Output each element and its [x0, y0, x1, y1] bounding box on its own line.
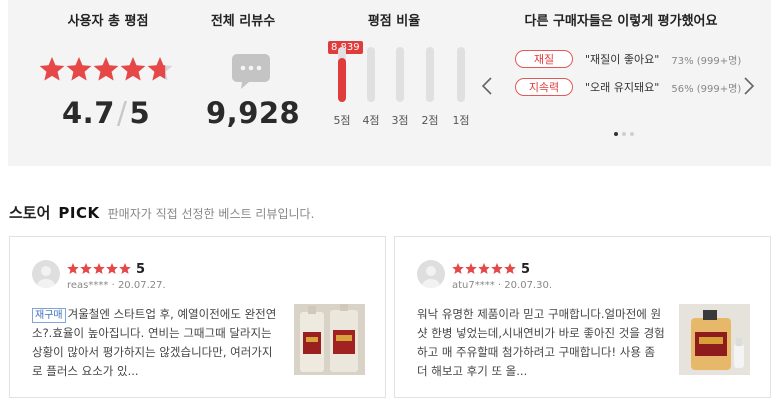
review-user: atu7****: [452, 280, 495, 291]
chevron-right-icon[interactable]: [743, 76, 755, 96]
carousel-dot[interactable]: [630, 132, 634, 136]
average-rating-stars: [39, 57, 173, 81]
rating-summary-panel: 사용자 총 평점 전체 리뷰수 평점 비율 다른 구매자들은 이렇게 평가했어요…: [8, 0, 771, 166]
chevron-left-icon[interactable]: [481, 76, 493, 96]
average-score: 4.7/5: [62, 96, 150, 131]
review-stars: [67, 263, 131, 274]
rebuy-badge: 재구매: [32, 308, 66, 323]
review-rating: 5: [452, 261, 531, 277]
review-score: 5: [136, 261, 146, 277]
review-photo[interactable]: [294, 304, 365, 375]
rating-bar-label: 4점: [362, 114, 380, 127]
review-photo[interactable]: [679, 304, 750, 375]
rating-bar-label: 1점: [452, 114, 470, 127]
review-date: 20.07.27.: [117, 280, 166, 291]
star-icon: [66, 57, 92, 81]
rating-bar-label: 2점: [421, 114, 439, 127]
review-count-title: 전체 리뷰수: [210, 14, 276, 29]
star-icon: [80, 263, 92, 274]
rating-ratio-title: 평점 비율: [367, 14, 421, 29]
review-meta: reas**** · 20.07.27.: [67, 280, 166, 291]
score-max: 5: [129, 96, 151, 130]
store-pick-badge: PICK: [58, 204, 100, 222]
review-user: reas****: [67, 280, 109, 291]
carousel-dot[interactable]: [622, 132, 626, 136]
rating-bar: [338, 47, 346, 102]
star-icon: [39, 57, 65, 81]
review-content: 워낙 유명한 제품이라 믿고 구매합니다.얼마전에 원샷 한병 넣었는데,시내연…: [417, 307, 665, 378]
review-text: 워낙 유명한 제품이라 믿고 구매합니다.얼마전에 원샷 한병 넣었는데,시내연…: [417, 305, 667, 381]
rating-bar: [457, 47, 465, 102]
star-icon: [452, 263, 464, 274]
review-text: 재구매 겨울철엔 스타트업 후, 예열이전에도 완전연소?.효율이 높아집니다. …: [32, 305, 282, 381]
carousel-pagination: [614, 132, 634, 136]
star-icon: [119, 263, 131, 274]
review-meta: atu7**** · 20.07.30.: [452, 280, 553, 291]
review-stars: [452, 263, 516, 274]
review-card[interactable]: 5 reas**** · 20.07.27. 재구매 겨울철엔 스타트업 후, 예…: [9, 236, 386, 398]
carousel-dot[interactable]: [614, 132, 618, 136]
total-score-title: 사용자 총 평점: [67, 14, 149, 29]
rating-bar-label: 3점: [391, 114, 409, 127]
star-icon: [120, 57, 146, 81]
star-icon: [93, 57, 119, 81]
store-pick-header: 스토어 PICK 판매자가 직접 선정한 베스트 리뷰입니다.: [9, 202, 314, 223]
keyword-percent: 73% (999+명): [671, 55, 742, 67]
speech-bubble-icon: [232, 54, 270, 89]
star-icon: [465, 263, 477, 274]
score-value: 4.7: [62, 96, 115, 130]
store-pick-description: 판매자가 직접 선정한 베스트 리뷰입니다.: [107, 207, 315, 221]
review-score: 5: [521, 261, 531, 277]
rating-bar-label: 5점: [333, 114, 351, 127]
star-icon: [491, 263, 503, 274]
star-icon: [67, 263, 79, 274]
review-date: 20.07.30.: [504, 280, 553, 291]
review-rating: 5: [67, 261, 146, 277]
star-icon: [504, 263, 516, 274]
rating-bar: [426, 47, 434, 102]
keyword-tag: 지속력: [515, 78, 573, 96]
keyword-row: 재질 "재질이 좋아요" 73% (999+명): [515, 49, 741, 69]
star-icon: [478, 263, 490, 274]
keyword-text: "오래 유지돼요": [585, 81, 660, 94]
review-content: 겨울철엔 스타트업 후, 예열이전에도 완전연소?.효율이 높아집니다. 연비는…: [32, 307, 277, 378]
score-slash: /: [116, 96, 128, 131]
rating-bar: [367, 47, 375, 102]
star-icon: [106, 263, 118, 274]
star-icon: [93, 263, 105, 274]
user-avatar: [32, 260, 60, 288]
store-pick-title: 스토어: [9, 204, 51, 222]
keyword-summary-title: 다른 구매자들은 이렇게 평가했어요: [524, 14, 718, 29]
keyword-percent: 56% (999+명): [671, 83, 742, 95]
keyword-row: 지속력 "오래 유지돼요" 56% (999+명): [515, 77, 741, 97]
keyword-tag: 재질: [515, 50, 573, 68]
user-avatar: [417, 260, 445, 288]
rating-bar: [396, 47, 404, 102]
keyword-text: "재질이 좋아요": [585, 53, 660, 66]
rating-bar-fill: [338, 58, 346, 102]
total-review-count: 9,928: [206, 96, 301, 130]
review-card[interactable]: 5 atu7**** · 20.07.30. 워낙 유명한 제품이라 믿고 구매…: [394, 236, 771, 398]
